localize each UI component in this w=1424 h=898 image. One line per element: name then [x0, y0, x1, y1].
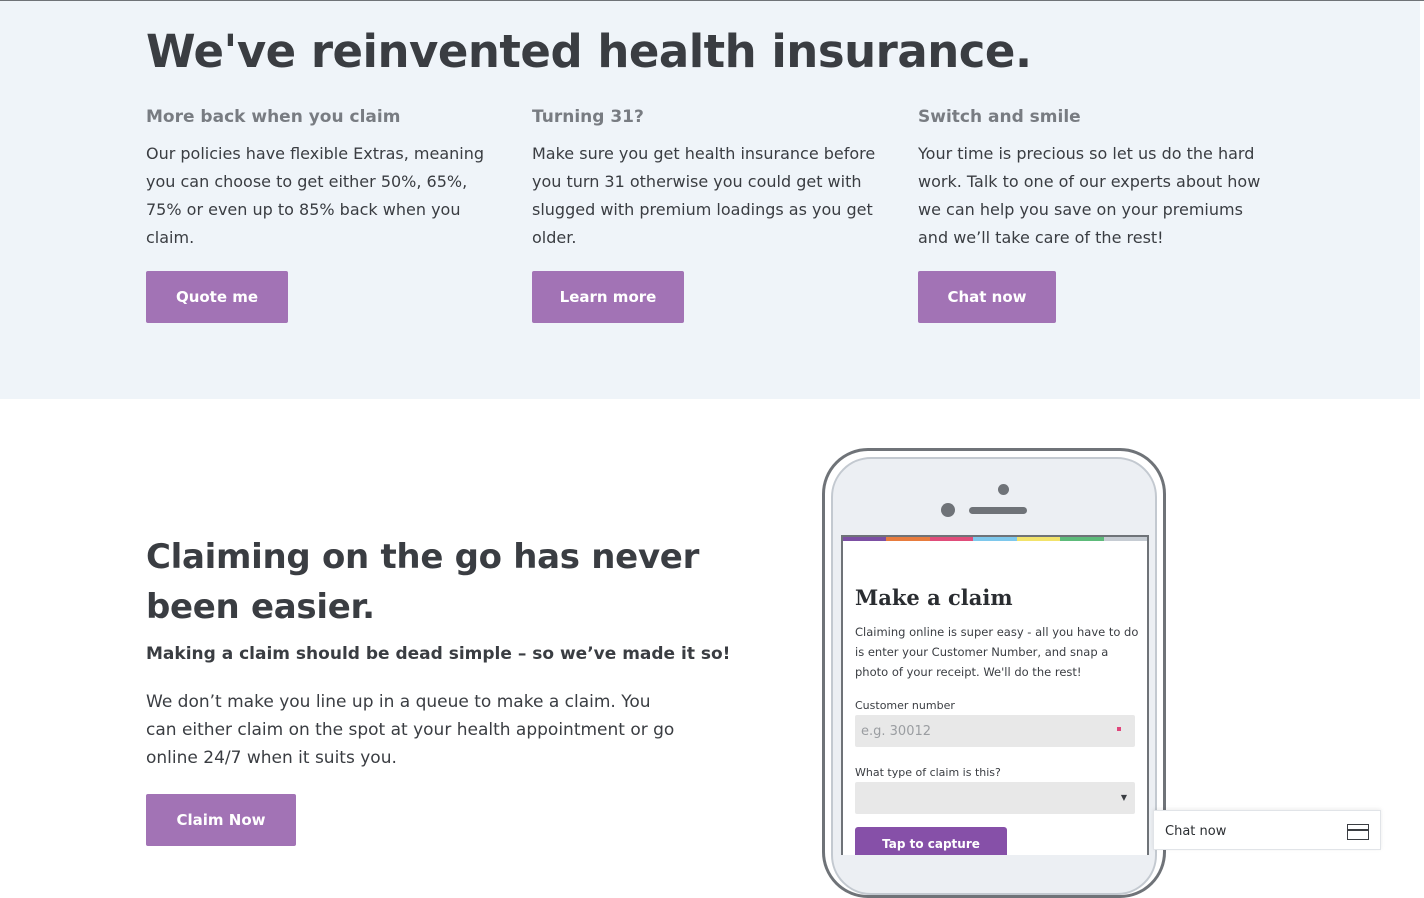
- customer-number-label: Customer number: [855, 699, 955, 712]
- feature-more-back: More back when you claim Our policies ha…: [146, 105, 506, 252]
- feature-heading: Switch and smile: [918, 107, 1081, 127]
- chat-now-button[interactable]: Chat now: [918, 271, 1056, 323]
- rainbow-segment: [886, 537, 930, 541]
- customer-number-placeholder: e.g. 30012: [861, 723, 932, 739]
- chat-widget-label: Chat now: [1165, 824, 1227, 839]
- rainbow-segment: [1103, 537, 1147, 541]
- chat-widget[interactable]: Chat now: [1153, 810, 1381, 850]
- claims-title: Claiming on the go has never been easier…: [146, 537, 700, 627]
- rainbow-bar: [843, 537, 1147, 541]
- phone-lens-icon: [941, 503, 955, 517]
- feature-body: Make sure you get health insurance befor…: [532, 144, 876, 247]
- rainbow-segment: [973, 537, 1017, 541]
- claim-type-select[interactable]: ▼: [855, 782, 1135, 814]
- rainbow-segment: [843, 537, 887, 541]
- claim-now-button[interactable]: Claim Now: [146, 794, 296, 846]
- chevron-down-icon: ▼: [1120, 793, 1127, 802]
- feature-heading: More back when you claim: [146, 107, 401, 127]
- rainbow-segment: [1060, 537, 1104, 541]
- feature-body: Your time is precious so let us do the h…: [918, 144, 1261, 247]
- hero-section: We've reinvented health insurance. More …: [0, 1, 1420, 399]
- learn-more-button[interactable]: Learn more: [532, 271, 684, 323]
- customer-number-input[interactable]: e.g. 30012: [855, 715, 1135, 747]
- rainbow-segment: [929, 537, 974, 541]
- phone-screen: Make a claim Claiming online is super ea…: [841, 535, 1149, 855]
- feature-turning-31: Turning 31? Make sure you get health ins…: [532, 105, 892, 252]
- required-indicator-icon: [1117, 727, 1121, 731]
- hero-title: We've reinvented health insurance.: [146, 25, 1032, 78]
- feature-switch: Switch and smile Your time is precious s…: [918, 105, 1278, 252]
- rainbow-segment: [1016, 537, 1061, 541]
- make-claim-title: Make a claim: [855, 585, 1013, 610]
- window-icon[interactable]: [1347, 824, 1369, 840]
- phone-speaker-icon: [969, 507, 1027, 514]
- claims-body: We don’t make you line up in a queue to …: [146, 692, 675, 768]
- capture-button[interactable]: Tap to capture: [855, 827, 1007, 855]
- phone-camera-icon: [998, 484, 1009, 495]
- feature-heading: Turning 31?: [532, 107, 644, 127]
- quote-me-button[interactable]: Quote me: [146, 271, 288, 323]
- capture-button-label: Tap to capture: [882, 837, 980, 851]
- make-claim-description: Claiming online is super easy - all you …: [855, 625, 1139, 679]
- feature-body: Our policies have flexible Extras, meani…: [146, 144, 485, 247]
- claim-type-label: What type of claim is this?: [855, 766, 1001, 779]
- claims-subtitle: Making a claim should be dead simple – s…: [146, 644, 731, 664]
